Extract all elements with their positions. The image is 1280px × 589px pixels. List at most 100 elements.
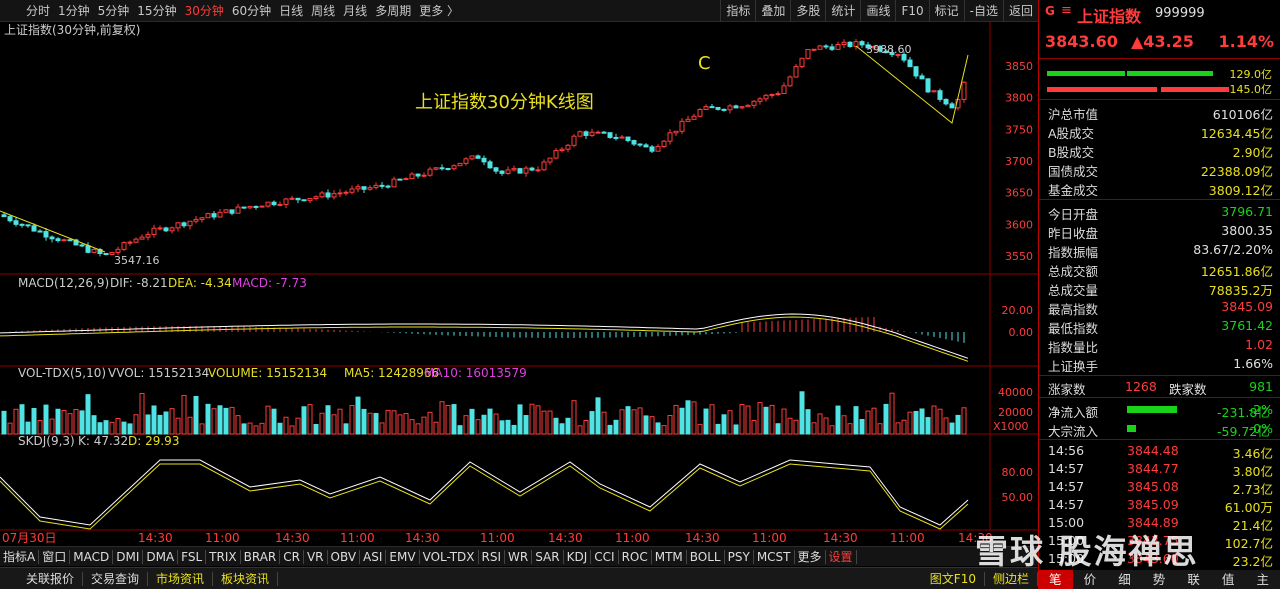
indicator-tab[interactable]: PSY	[725, 549, 754, 564]
candle-body	[439, 167, 445, 170]
tool-button[interactable]: 返回	[1002, 0, 1038, 22]
indicator-tab[interactable]: OBV	[328, 549, 361, 564]
indicator-tab[interactable]: ROC	[619, 549, 652, 564]
volume-bar	[613, 419, 619, 435]
indicator-tab[interactable]: CCI	[591, 549, 619, 564]
indicator-tab[interactable]: WR	[505, 549, 533, 564]
status-tab[interactable]: 交易查询	[83, 571, 149, 586]
volume-bar	[181, 394, 187, 435]
period-tab[interactable]: 60分钟	[228, 0, 275, 22]
indicator-tab[interactable]: 窗口	[39, 549, 71, 564]
tick-list[interactable]: 14:56 3844.48 3.46亿 14:57 3844.77 3.80亿 14:57 3…	[1039, 441, 1280, 569]
chart-area[interactable]: 3850 3800 3750 3700 3650 3600 3550 上证指数(30分钟,前复…	[0, 22, 1038, 546]
trendline-1	[0, 210, 106, 253]
status-right-tab[interactable]: 图文F10	[922, 571, 985, 586]
candle-body	[61, 239, 67, 242]
volume-bar	[715, 423, 721, 435]
candle-body	[643, 144, 649, 148]
status-tab[interactable]: 关联报价	[18, 571, 84, 586]
volume-bar	[871, 407, 877, 435]
period-tab[interactable]: 30分钟	[181, 0, 228, 22]
indicator-tab[interactable]: DMA	[143, 549, 179, 564]
indicator-tab[interactable]: CR	[280, 549, 304, 564]
indicator-tab[interactable]: KDJ	[564, 549, 592, 564]
indicator-tab[interactable]: SAR	[532, 549, 564, 564]
tool-button[interactable]: 标记	[928, 0, 964, 22]
tool-button[interactable]: 多股	[790, 0, 825, 22]
tool-button[interactable]: F10	[895, 0, 928, 22]
indicator-tab[interactable]: 设置	[826, 549, 857, 564]
indicator-tab[interactable]: BRAR	[241, 549, 281, 564]
stock-code: 999999	[1155, 6, 1205, 21]
indicator-tab[interactable]: VOL-TDX	[420, 549, 479, 564]
sell-bar-2	[1161, 87, 1229, 92]
period-tab[interactable]: 多周期	[371, 0, 415, 22]
period-tab[interactable]: 周线	[307, 0, 339, 22]
status-right-tab[interactable]: 侧边栏	[985, 571, 1038, 586]
indicator-tab[interactable]: VR	[304, 549, 328, 564]
indicator-tab[interactable]: EMV	[386, 549, 420, 564]
volume-bar	[535, 405, 541, 435]
tool-button[interactable]: 指标	[720, 0, 755, 22]
status-tab[interactable]: 板块资讯	[213, 571, 279, 586]
indicator-tab[interactable]: 更多	[795, 549, 826, 564]
indicator-tab[interactable]: TRIX	[206, 549, 241, 564]
tick-price: 3843.75	[1127, 533, 1179, 548]
tick-time: 15:00	[1048, 551, 1085, 566]
volume-bar	[793, 419, 799, 435]
period-tab[interactable]: 更多 〉	[415, 0, 463, 22]
panel-tab[interactable]: 笔	[1038, 570, 1073, 589]
vol-header: VOL-TDX(5,10)	[18, 366, 106, 380]
badge-icon[interactable]: G	[1045, 4, 1059, 18]
volume-bar	[55, 408, 61, 435]
stat-row: 沪总市值 610106亿	[1039, 102, 1280, 122]
candle-body	[193, 218, 199, 222]
stat-row: 上证换手 1.66%	[1039, 354, 1280, 374]
panel-tab[interactable]: 联	[1176, 570, 1211, 589]
volume-bar	[673, 404, 679, 435]
indicator-tab[interactable]: MACD	[70, 549, 114, 564]
panel-tab[interactable]: 细	[1107, 570, 1142, 589]
volume-bar	[799, 391, 805, 435]
indicator-tab[interactable]: ASI	[360, 549, 387, 564]
panel-tab[interactable]: 势	[1142, 570, 1177, 589]
panel-tab[interactable]: 值	[1211, 570, 1246, 589]
volume-bar	[655, 422, 661, 435]
period-tab[interactable]: 1分钟	[54, 0, 94, 22]
indicator-tab[interactable]: MTM	[652, 549, 687, 564]
vol-header: MA10: 16013579	[424, 366, 527, 380]
volume-bar	[661, 425, 667, 435]
candle-body	[943, 98, 949, 105]
tool-button[interactable]: 画线	[860, 0, 895, 22]
volume-bar	[475, 419, 481, 435]
tool-button[interactable]: 统计	[825, 0, 860, 22]
tool-button[interactable]: 叠加	[755, 0, 790, 22]
indicator-tab[interactable]: DMI	[113, 549, 144, 564]
period-tab[interactable]: 5分钟	[94, 0, 134, 22]
status-tab[interactable]: 市场资讯	[148, 571, 214, 586]
indicator-tab[interactable]: 指标A	[0, 549, 40, 564]
volume-bar	[211, 408, 217, 435]
indicator-tab[interactable]: BOLL	[687, 549, 725, 564]
candle-body	[421, 174, 427, 177]
indicator-tab[interactable]: RSI	[479, 549, 506, 564]
period-tab[interactable]: 月线	[339, 0, 371, 22]
candle-body	[829, 46, 835, 50]
panel-tab[interactable]: 主	[1245, 570, 1280, 589]
menu-icon[interactable]: ≡	[1061, 3, 1072, 18]
tool-button[interactable]: -自选	[963, 0, 1003, 22]
candle-body	[835, 44, 841, 50]
buy-bar	[1047, 71, 1125, 76]
period-tab[interactable]: 15分钟	[133, 0, 180, 22]
indicator-tab[interactable]: FSL	[178, 549, 207, 564]
fund-flow: 净流入额 -231.8亿 -2% 大宗流入 -59.72亿 -0%	[1039, 400, 1280, 440]
period-tab[interactable]: 日线	[275, 0, 307, 22]
period-tab[interactable]: 分时	[22, 0, 54, 22]
volume-bar	[757, 402, 763, 435]
indicator-tab[interactable]: MCST	[754, 549, 795, 564]
candle-body	[85, 245, 91, 253]
volume-bar	[889, 392, 895, 435]
kline-chart[interactable]: 3850 3800 3750 3700 3650 3600 3550 上证指数(30分钟,前复…	[0, 22, 1038, 546]
panel-tab[interactable]: 价	[1073, 570, 1108, 589]
stat-row: 总成交额 12651.86亿	[1039, 259, 1280, 279]
